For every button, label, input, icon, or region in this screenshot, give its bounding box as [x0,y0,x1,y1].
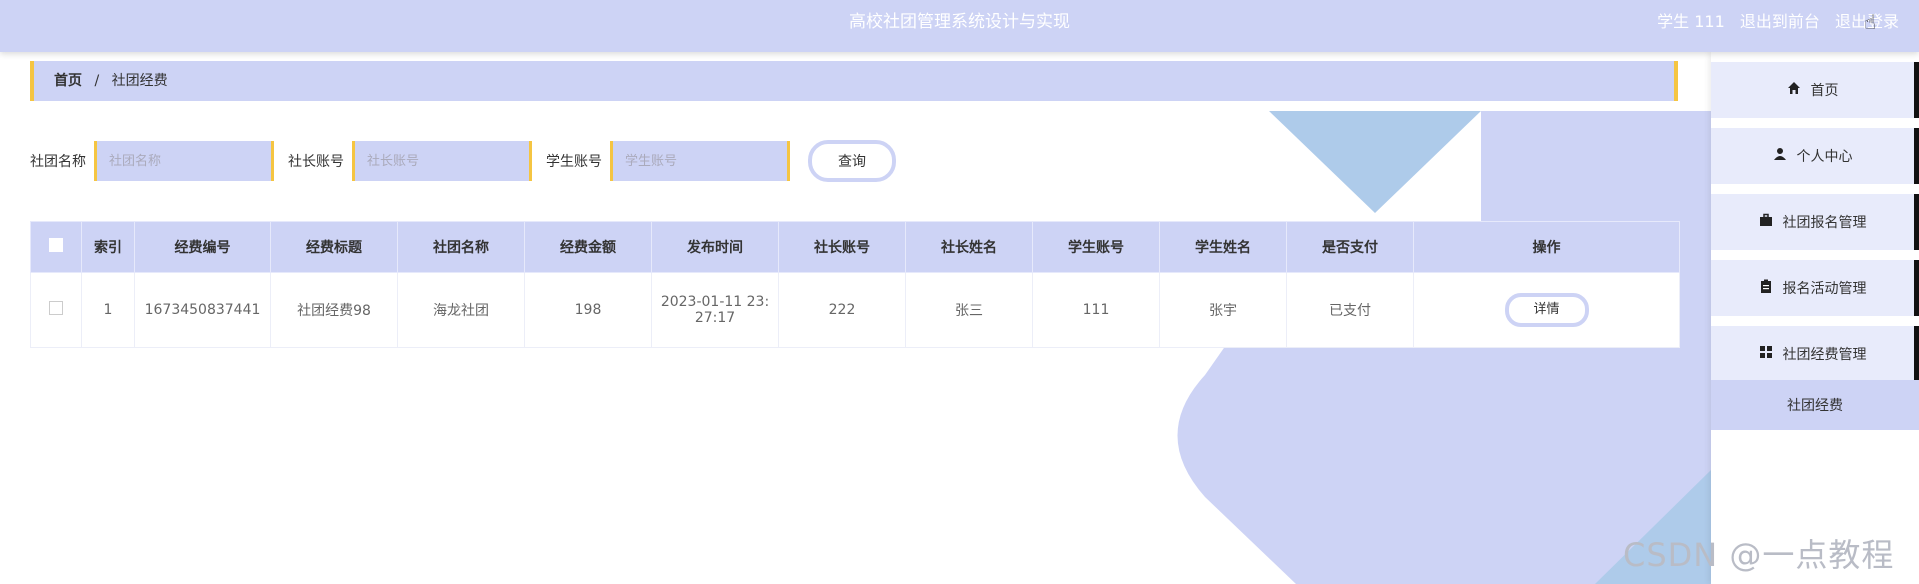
column-header: 经费标题 [270,221,398,273]
sidebar-item-label: 个人中心 [1796,149,1853,165]
watermark: CSDN @一点教程 [1623,536,1895,574]
detail-button[interactable]: 详情 [1504,293,1589,327]
sidebar-item-home[interactable]: 首页 [1711,62,1919,118]
cell-action: 详情 [1413,272,1680,348]
select-all-cell[interactable] [30,221,82,273]
query-button[interactable]: 查询 [808,140,896,182]
sidebar-item-label: 首页 [1810,83,1839,99]
cell-index: 1 [81,272,135,348]
select-all-checkbox[interactable] [49,238,63,252]
right-sidebar: 首页 个人中心 社团报名管理 报名活动管理 社团经费管理 社团经费 [1711,52,1919,584]
cell-amount: 198 [524,272,652,348]
user-links: 学生 111 退出到前台 退出登录 [1647,0,1899,44]
sidebar-item-club-signup[interactable]: 社团报名管理 [1711,194,1919,250]
column-header: 社团名称 [397,221,525,273]
sidebar-item-label: 社团经费管理 [1782,347,1867,363]
grid-icon [1759,345,1773,363]
app-title: 高校社团管理系统设计与实现 [849,12,1070,32]
column-header: 社长姓名 [905,221,1033,273]
top-header: 高校社团管理系统设计与实现 学生 111 退出到前台 退出登录 [0,0,1919,52]
column-header: 发布时间 [651,221,779,273]
row-checkbox[interactable] [49,301,63,315]
sidebar-item-label: 社团报名管理 [1782,215,1867,231]
club-name-input[interactable] [94,141,274,181]
clipboard-icon [1759,279,1773,297]
cell-leader-account: 222 [778,272,906,348]
cell-student-name: 张宇 [1159,272,1287,348]
column-header: 经费金额 [524,221,652,273]
table-row: 1 1673450837441 社团经费98 海龙社团 198 2023-01-… [30,272,1680,348]
sidebar-item-label: 报名活动管理 [1782,281,1867,297]
table-header-row: 索引 经费编号 经费标题 社团名称 经费金额 发布时间 社长账号 社长姓名 学生… [30,221,1680,273]
fee-table: 索引 经费编号 经费标题 社团名称 经费金额 发布时间 社长账号 社长姓名 学生… [30,221,1680,348]
current-user: 学生 111 [1657,12,1725,31]
breadcrumb: 首页 / 社团经费 [30,61,1678,101]
column-header: 社长账号 [778,221,906,273]
breadcrumb-current: 社团经费 [111,73,168,89]
cell-paid: 已支付 [1286,272,1414,348]
cell-publish-time: 2023-01-11 23: 27:17 [651,272,779,348]
publish-time-line1: 2023-01-11 23: [660,294,770,310]
leader-account-label: 社长账号 [288,154,344,170]
club-name-label: 社团名称 [30,154,86,170]
column-header: 学生姓名 [1159,221,1287,273]
search-form: 社团名称 社长账号 学生账号 查询 [30,140,896,182]
sidebar-subitem-club-fee[interactable]: 社团经费 [1711,380,1919,430]
cell-club-name: 海龙社团 [397,272,525,348]
cell-leader-name: 张三 [905,272,1033,348]
mouse-pointer-icon: ☝ [1864,10,1877,34]
cell-fee-title: 社团经费98 [270,272,398,348]
breadcrumb-home[interactable]: 首页 [54,73,82,89]
sidebar-item-personal[interactable]: 个人中心 [1711,128,1919,184]
user-icon [1773,147,1787,165]
sidebar-item-activity-signup[interactable]: 报名活动管理 [1711,260,1919,316]
sidebar-item-fee-management[interactable]: 社团经费管理 [1711,326,1919,382]
column-header: 索引 [81,221,135,273]
column-header: 学生账号 [1032,221,1160,273]
breadcrumb-separator: / [94,73,100,89]
home-icon [1787,81,1801,99]
column-header: 是否支付 [1286,221,1414,273]
briefcase-icon [1759,213,1773,231]
student-account-input[interactable] [610,141,790,181]
leader-account-input[interactable] [352,141,532,181]
exit-to-front-link[interactable]: 退出到前台 [1740,12,1820,31]
column-header: 经费编号 [134,221,271,273]
column-header: 操作 [1413,221,1680,273]
publish-time-line2: 27:17 [694,310,736,326]
student-account-label: 学生账号 [546,154,602,170]
row-select-cell[interactable] [30,272,82,348]
cell-fee-no: 1673450837441 [134,272,271,348]
cell-student-account: 111 [1032,272,1160,348]
